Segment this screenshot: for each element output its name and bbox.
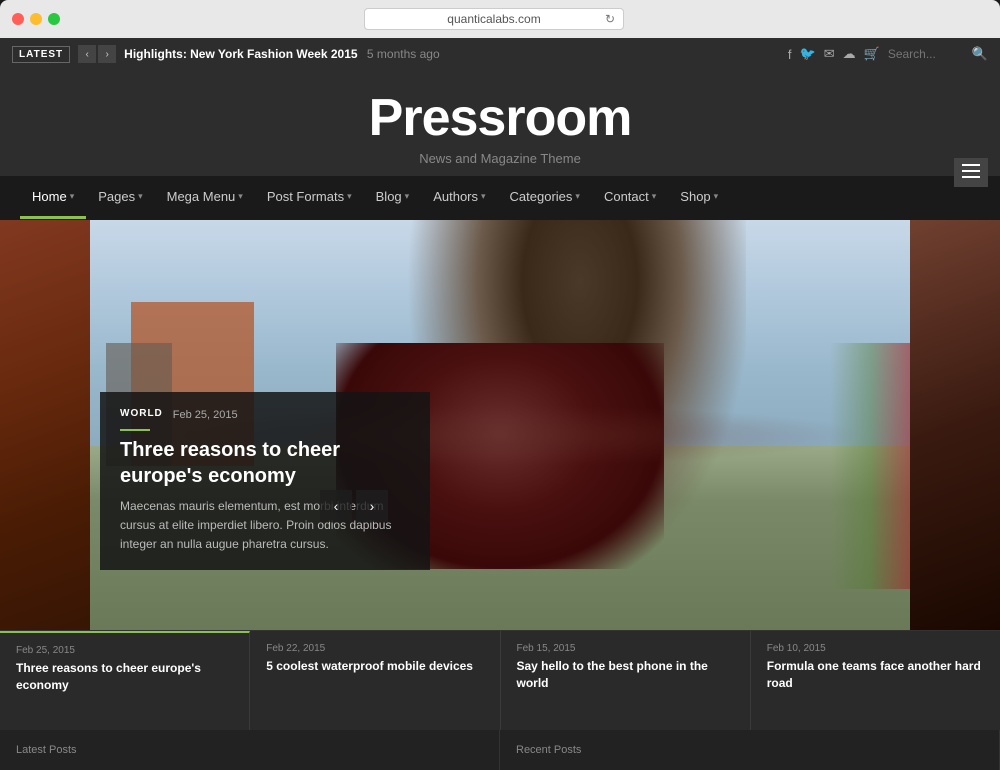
menu-toggle-button[interactable] (954, 158, 988, 187)
facebook-icon[interactable]: f (788, 47, 792, 62)
latest-badge: LATEST (12, 46, 70, 63)
card-date-0: Feb 25, 2015 (16, 645, 233, 656)
search-bar[interactable]: 🔍 (888, 46, 988, 62)
hero-side-left (0, 220, 90, 630)
bottom-card-0[interactable]: Feb 25, 2015 Three reasons to cheer euro… (0, 631, 250, 730)
nav-item-mega-menu[interactable]: Mega Menu ▾ (155, 177, 255, 219)
chevron-down-icon: ▾ (575, 191, 580, 202)
bottom-strip: Latest Posts Recent Posts (0, 730, 1000, 770)
hero-nav-buttons: ‹ › (320, 490, 388, 522)
nav-item-home[interactable]: Home ▾ (20, 177, 86, 219)
hero-title: Three reasons to cheer europe's economy (120, 437, 410, 489)
card-title-2: Say hello to the best phone in the world (517, 658, 734, 692)
nav-item-contact[interactable]: Contact ▾ (592, 177, 668, 219)
close-button[interactable] (12, 13, 24, 25)
card-title-3: Formula one teams face another hard road (767, 658, 984, 692)
ticker-headline: Highlights: New York Fashion Week 2015 (124, 47, 357, 61)
ticker-text: Highlights: New York Fashion Week 2015 5… (124, 47, 780, 61)
nav-item-shop[interactable]: Shop ▾ (668, 177, 730, 219)
hero-side-right (910, 220, 1000, 630)
chevron-down-icon: ▾ (405, 191, 410, 202)
search-input[interactable] (888, 47, 968, 61)
site-subtitle: News and Magazine Theme (0, 151, 1000, 166)
chevron-down-icon: ▾ (238, 191, 243, 202)
hero-category: WORLD (120, 408, 163, 419)
search-icon[interactable]: 🔍 (972, 46, 988, 62)
social-icons: f 🐦 ✉ ☁ 🛒 (788, 46, 880, 62)
minimize-button[interactable] (30, 13, 42, 25)
bottom-card-2[interactable]: Feb 15, 2015 Say hello to the best phone… (501, 631, 751, 730)
ticker-prev-button[interactable]: ‹ (78, 45, 96, 63)
nav-item-blog[interactable]: Blog ▾ (364, 177, 422, 219)
maximize-button[interactable] (48, 13, 60, 25)
nav-item-categories[interactable]: Categories ▾ (498, 177, 592, 219)
hero-divider (120, 429, 150, 431)
chevron-down-icon: ▾ (347, 191, 352, 202)
hero-next-button[interactable]: › (356, 490, 388, 522)
nav-item-pages[interactable]: Pages ▾ (86, 177, 154, 219)
chevron-down-icon: ▾ (138, 191, 143, 202)
card-title-0: Three reasons to cheer europe's economy (16, 660, 233, 694)
hero-prev-button[interactable]: ‹ (320, 490, 352, 522)
site-header: Pressroom News and Magazine Theme (0, 70, 1000, 176)
cart-icon[interactable]: 🛒 (864, 46, 880, 62)
twitter-icon[interactable]: 🐦 (800, 46, 816, 62)
chevron-down-icon: ▾ (481, 191, 486, 202)
latest-posts-label: Latest Posts (16, 744, 77, 756)
url-text: quanticalabs.com (447, 12, 540, 26)
chevron-down-icon: ▾ (714, 191, 719, 202)
ticker-time: 5 months ago (367, 47, 440, 61)
traffic-lights (12, 13, 60, 25)
bottom-cards: Feb 25, 2015 Three reasons to cheer euro… (0, 630, 1000, 730)
ticker-bar: LATEST ‹ › Highlights: New York Fashion … (0, 38, 1000, 70)
ticker-next-button[interactable]: › (98, 45, 116, 63)
ticker-navigation[interactable]: ‹ › (78, 45, 116, 63)
recent-posts-section: Recent Posts (500, 730, 1000, 770)
nav-item-post-formats[interactable]: Post Formats ▾ (255, 177, 364, 219)
hero-section: WORLD Feb 25, 2015 Three reasons to chee… (0, 220, 1000, 630)
recent-posts-label: Recent Posts (516, 744, 581, 756)
card-date-2: Feb 15, 2015 (517, 643, 734, 654)
chevron-down-icon: ▾ (652, 191, 657, 202)
site-title: Pressroom (0, 90, 1000, 147)
reload-icon[interactable]: ↻ (605, 12, 615, 26)
hero-date: Feb 25, 2015 (173, 409, 238, 421)
bottom-card-3[interactable]: Feb 10, 2015 Formula one teams face anot… (751, 631, 1000, 730)
latest-posts-section: Latest Posts (0, 730, 500, 770)
address-bar: quanticalabs.com ↻ (100, 8, 888, 30)
card-date-3: Feb 10, 2015 (767, 643, 984, 654)
chevron-down-icon: ▾ (70, 191, 75, 202)
card-date-1: Feb 22, 2015 (266, 643, 483, 654)
main-navigation: Home ▾ Pages ▾ Mega Menu ▾ Post Formats … (0, 176, 1000, 220)
card-title-1: 5 coolest waterproof mobile devices (266, 658, 483, 675)
hero-overlay: WORLD Feb 25, 2015 Three reasons to chee… (100, 392, 430, 571)
cloud-icon[interactable]: ☁ (843, 46, 856, 62)
nav-item-authors[interactable]: Authors ▾ (421, 177, 497, 219)
bottom-card-1[interactable]: Feb 22, 2015 5 coolest waterproof mobile… (250, 631, 500, 730)
email-icon[interactable]: ✉ (824, 46, 835, 62)
